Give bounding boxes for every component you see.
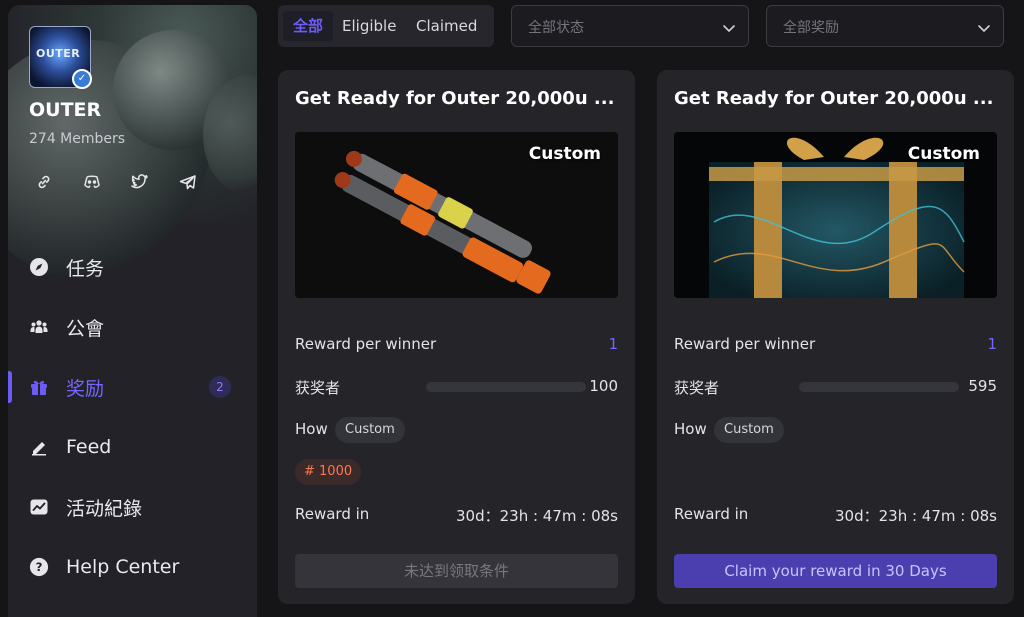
winners-label: 获奖者: [674, 379, 720, 397]
points-badge: # 1000: [295, 459, 362, 485]
winners-progress-bar: [799, 382, 959, 392]
verified-badge-icon: ✓: [72, 69, 92, 89]
help-icon: ?: [29, 557, 49, 577]
reward-countdown: 30d：23h : 47m : 08s: [835, 507, 997, 525]
logo-text: OUTER: [36, 47, 81, 60]
winners-count: 595: [968, 377, 997, 395]
reward-in-label: Reward in: [295, 505, 370, 523]
sidebar-item-rewards[interactable]: 奖励 2: [8, 357, 257, 417]
reward-per-winner-label: Reward per winner: [295, 335, 437, 353]
reward-banner-image: Custom: [295, 132, 618, 298]
telegram-icon[interactable]: [179, 173, 197, 191]
winners-progress-bar: [426, 382, 586, 392]
reward-type-tag: Custom: [528, 144, 601, 164]
reward-per-winner-label: Reward per winner: [674, 335, 816, 353]
feed-icon: [29, 437, 49, 457]
link-icon[interactable]: [35, 173, 53, 191]
sidebar-item-feed[interactable]: Feed: [8, 417, 257, 477]
reward-card-title: Get Ready for Outer 20,000u ...: [295, 88, 615, 109]
tab-all[interactable]: 全部: [283, 11, 334, 41]
winners-count: 100: [589, 377, 618, 395]
rewards-count-badge: 2: [209, 376, 231, 398]
sidebar-item-label: Feed: [66, 436, 112, 458]
reward-card[interactable]: Get Ready for Outer 20,000u ... Custom R…: [657, 70, 1014, 604]
tab-eligible[interactable]: Eligible: [332, 11, 406, 41]
sidebar-item-help-center[interactable]: ? Help Center: [8, 537, 257, 597]
claim-button-disabled[interactable]: 未达到领取条件: [295, 554, 618, 588]
community-icon: [29, 317, 49, 337]
how-label: How: [295, 420, 328, 438]
filter-tabs: 全部 Eligible Claimed: [278, 5, 494, 47]
status-filter-select[interactable]: 全部状态: [511, 5, 749, 47]
compass-icon: [29, 257, 49, 277]
chevron-down-icon: [722, 20, 736, 39]
reward-countdown: 30d：23h : 47m : 08s: [456, 507, 618, 525]
project-name: OUTER: [29, 99, 102, 121]
sidebar-item-label: Help Center: [66, 556, 180, 578]
how-chip: Custom: [714, 417, 784, 443]
reward-in-label: Reward in: [674, 505, 749, 523]
svg-text:?: ?: [36, 560, 43, 574]
sidebar-item-community[interactable]: 公會: [8, 297, 257, 357]
reward-per-winner-value: 1: [987, 335, 997, 353]
active-indicator: [8, 371, 12, 403]
reward-card-title: Get Ready for Outer 20,000u ...: [674, 88, 994, 109]
activity-chart-icon: [29, 497, 49, 517]
sidebar-item-activity-log[interactable]: 活动紀錄: [8, 477, 257, 537]
how-label: How: [674, 420, 707, 438]
discord-icon[interactable]: [83, 173, 101, 191]
twitter-icon[interactable]: [131, 173, 149, 191]
sidebar-item-label: 公會: [66, 317, 105, 340]
claim-reward-button[interactable]: Claim your reward in 30 Days: [674, 554, 997, 588]
chevron-down-icon: [977, 20, 991, 39]
how-chip: Custom: [335, 417, 405, 443]
social-links: [35, 173, 197, 191]
gift-icon: [29, 377, 49, 397]
winners-label: 获奖者: [295, 379, 341, 397]
members-count: 274 Members: [29, 131, 126, 147]
sidebar-item-label: 活动紀錄: [66, 497, 143, 520]
sidebar-item-label: 任务: [66, 257, 105, 280]
reward-banner-image: Custom: [674, 132, 997, 298]
status-filter-placeholder: 全部状态: [528, 20, 584, 36]
reward-card[interactable]: Get Ready for Outer 20,000u ... Custom R…: [278, 70, 635, 604]
reward-filter-select[interactable]: 全部奖励: [766, 5, 1004, 47]
tab-claimed[interactable]: Claimed: [406, 11, 487, 41]
sidebar-item-label: 奖励: [66, 377, 105, 400]
sidebar-item-tasks[interactable]: 任务: [8, 237, 257, 297]
sidebar-nav: 任务 公會 奖励 2 Feed 活动紀錄 ? Help Center: [8, 237, 257, 597]
reward-filter-placeholder: 全部奖励: [783, 20, 839, 36]
reward-per-winner-value: 1: [608, 335, 618, 353]
reward-type-tag: Custom: [907, 144, 980, 164]
sidebar: OUTER ✓ OUTER 274 Members 任务 公會 奖励 2 Fee…: [8, 5, 257, 617]
